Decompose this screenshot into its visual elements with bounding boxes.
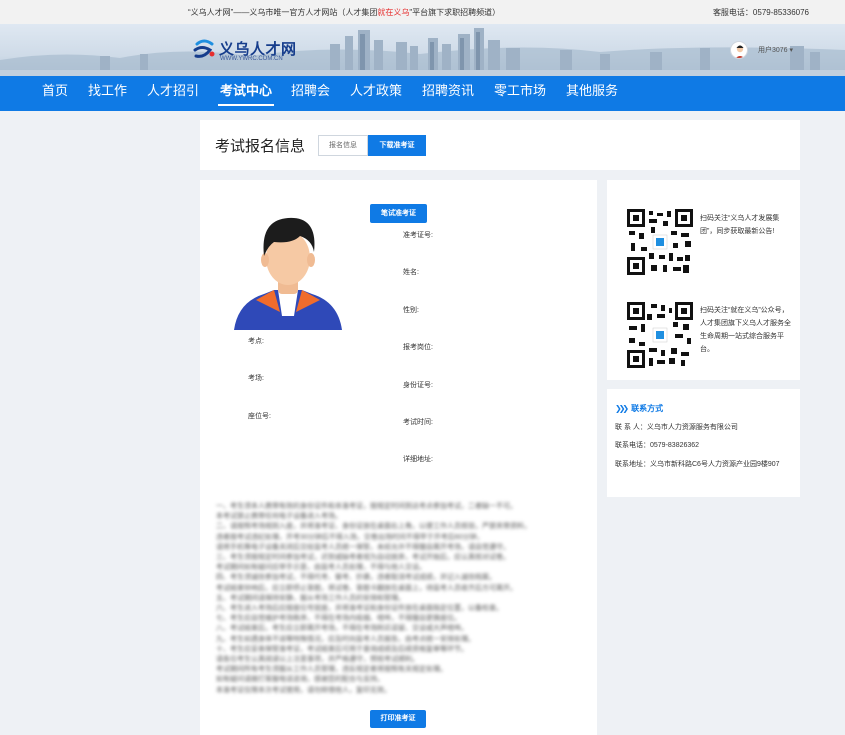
qr-code-talent-group: [627, 209, 693, 275]
note-line: 十、考生应妥善保管准考证，考试结束后可用于查询成绩及后续资格复审等环节。: [216, 645, 468, 653]
field-id-number: 身份证号:: [403, 382, 433, 389]
note-line: 二、请按照考场规则入座，并将准考证、身份证放在桌面右上角，以便工作人员核验，严禁…: [216, 523, 531, 531]
nav-exam-center[interactable]: 考试中心: [217, 76, 275, 111]
main-nav: 首页 找工作 人才招引 考试中心 招聘会 人才政策 招聘资讯 零工市场 其他服务: [0, 76, 845, 111]
nav-talent-recruit[interactable]: 人才招引: [147, 76, 199, 111]
qr-code-jiuzaiyiwu: [627, 302, 693, 368]
contact-person: 联 系 人：义乌市人力资源服务有限公司: [615, 424, 738, 431]
nav-recruit-news[interactable]: 招聘资讯: [422, 76, 474, 111]
admission-ticket-card: 笔试准考证 考点: 考场: 座位号: 准考证号: 姓名: 性别: 报考岗位: 身…: [200, 180, 597, 735]
note-line: 七、考生应自觉维护考场秩序，不得在考场内吸烟、喧哗，不得擅自更换座位。: [216, 615, 461, 623]
nav-other-services[interactable]: 其他服务: [566, 76, 618, 111]
city-skyline-image: [0, 28, 845, 76]
tagline-text-end: "平台旗下求职招聘频道）: [409, 8, 501, 17]
user-avatar: [730, 41, 748, 59]
site-logo[interactable]: 义乌人才网 WWW.YWRC.COM.CN: [192, 36, 312, 68]
tab-download-admission[interactable]: 下载准考证: [368, 135, 426, 156]
service-hotline: 客服电话：0579-85336076: [712, 8, 809, 17]
note-line: 四、考生须诚信参加考试，不得代考、替考、抄袭，违者取消考试成绩，并记入诚信档案。: [216, 574, 496, 582]
exam-notes: 一、考生须本人携带有效的身份证件和本准考证，按规定时间到达考点参加考试，二者缺一…: [216, 502, 581, 696]
user-name: 用户3076 ▾: [758, 47, 794, 54]
note-line: 本考试禁止携带任何电子设备进入考场。: [216, 513, 342, 521]
tagline-highlight: 就在义乌: [377, 8, 410, 17]
chevron-down-icon: ▾: [789, 47, 794, 54]
qr-code-card: 扫码关注“义乌人才发展集团”，同步获取最新公告! 扫码关注“就在义乌”公众号，人…: [607, 180, 800, 380]
note-line: 考试结束铃响后，应立即停止答题，将试卷、答题卡翻放在桌面上，待监考人员收齐后方可…: [216, 584, 517, 592]
note-line: 三、考生须按规定时间参加考试，迟到或缺考者视为自动放弃，考试开始后，应认真核对试…: [216, 554, 510, 562]
print-ticket-button[interactable]: 打印准考证: [370, 710, 426, 728]
note-line: 五、考试期间请保持安静，服从考场工作人员的安排和管理。: [216, 594, 405, 602]
field-exam-time: 考试时间:: [403, 419, 433, 426]
nav-home[interactable]: 首页: [42, 76, 68, 111]
nav-talent-policy[interactable]: 人才政策: [350, 76, 402, 111]
field-applied-position: 报考岗位:: [403, 344, 433, 351]
nav-find-job[interactable]: 找工作: [88, 76, 127, 111]
contact-title: ❯❯❯ 联系方式: [615, 404, 664, 413]
note-line: 一、考生须本人携带有效的身份证件和本准考证，按规定时间到达考点参加考试，二者缺一…: [216, 503, 517, 510]
contact-phone: 联系电话：0579-83826362: [615, 442, 700, 449]
page-title: 考试报名信息: [215, 138, 306, 155]
note-line: 八、考试结束后，考生应立即离开考场，不得在考场附近逗留、交谈或大声喧哗。: [216, 625, 468, 633]
note-line: 考试期间如有疑问应举手示意，由监考人员处理，不得与他人交谈。: [216, 564, 426, 572]
field-gender: 性别:: [403, 307, 419, 314]
qr-caption-talent-group: 扫码关注“义乌人才发展集团”，同步获取最新公告!: [700, 215, 780, 235]
note-line: 如有疑问请拨打客服电话咨询，感谢您的配合与支持。: [216, 676, 384, 684]
qr-caption-jiuzaiyiwu: 扫码关注“就在义乌”公众号，人才集团旗下义乌人才服务全生命周期一站式综合服务平台…: [700, 307, 791, 353]
field-address: 详细地址:: [403, 456, 433, 463]
contact-address: 联系地址：义乌市新科路C6号人力资源产业园9楼907: [615, 461, 780, 468]
field-exam-site: 考点:: [248, 338, 264, 345]
contact-card: ❯❯❯ 联系方式 联 系 人：义乌市人力资源服务有限公司 联系电话：0579-83…: [607, 389, 800, 497]
logo-swirl-icon: [193, 39, 215, 58]
nav-gig-market[interactable]: 零工市场: [494, 76, 546, 111]
note-line: 考试期间所有考生须服从工作人员管理，违反规定者将按照有关规定处理。: [216, 666, 447, 674]
field-seat-number: 座位号:: [248, 413, 271, 420]
note-line: 请各位考生认真阅读以上注意事项，并严格遵守，预祝考试顺利。: [216, 656, 419, 664]
exam-header-card: 考试报名信息 报名信息 下载准考证: [200, 120, 800, 170]
nav-job-fair[interactable]: 招聘会: [291, 76, 330, 111]
field-exam-room: 考场:: [248, 375, 264, 382]
header-banner: 义乌人才网 WWW.YWRC.COM.CN 用户3076 ▾: [0, 24, 845, 76]
note-line: 请将手机等电子设备关闭后交给监考人员统一保管，未经允许不得擅自离开考场，请自觉遵…: [216, 543, 510, 551]
note-line: 九、考生如遇身体不适等特殊情况，应及时向监考人员报告，由考点统一安排处理。: [216, 635, 475, 643]
candidate-photo: [234, 217, 342, 330]
chevrons-icon: ❯❯❯: [615, 404, 629, 413]
note-line: 六、考生进入考场后应按座位号就座，并将准考证和身份证件放在桌面指定位置，以备检查…: [216, 605, 503, 613]
field-admission-number: 准考证号:: [403, 232, 433, 239]
written-exam-ticket-button[interactable]: 笔试准考证: [370, 204, 427, 223]
note-line: 本准考证仅限本次考试使用，请勿转借他人，复印无效。: [216, 686, 391, 694]
top-bar: “义乌人才网”——义乌市唯一官方人才网站（人才集团就在义乌"平台旗下求职招聘频道…: [0, 0, 845, 24]
logo-url: WWW.YWRC.COM.CN: [220, 56, 283, 62]
tagline-text: “义乌人才网”——义乌市唯一官方人才网站（人才集团: [188, 8, 378, 17]
site-tagline: “义乌人才网”——义乌市唯一官方人才网站（人才集团就在义乌"平台旗下求职招聘频道…: [188, 7, 500, 18]
field-name: 姓名:: [403, 269, 419, 276]
note-line: 违者按考试违纪处理，开考30分钟后不得入场，交卷出场时间不得早于开考后60分钟，: [216, 533, 484, 541]
tab-registration-info[interactable]: 报名信息: [318, 135, 368, 156]
